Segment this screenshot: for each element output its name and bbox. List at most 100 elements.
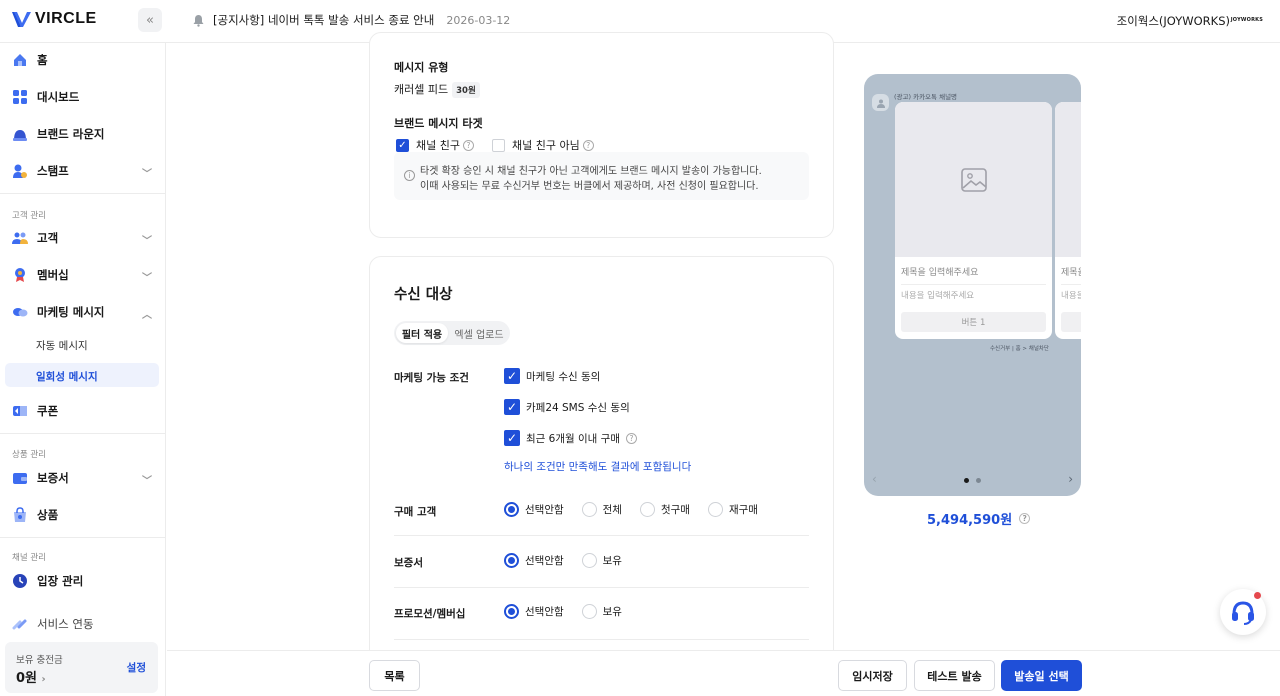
sidebar-subitem-auto-message[interactable]: 자동 메시지	[36, 338, 88, 353]
test-send-button[interactable]: 테스트 발송	[914, 660, 995, 691]
info-line-2: 이때 사용되는 무료 수신거부 번호는 버클에서 제공하며, 사전 신청이 필요…	[420, 181, 759, 192]
condition-sms-consent[interactable]: ✓ 카페24 SMS 수신 동의	[504, 399, 630, 415]
sidebar-item-brand-lounge[interactable]: 브랜드 라운지	[12, 121, 158, 147]
card-body-placeholder: 내용을	[1061, 291, 1081, 301]
support-chat-button[interactable]	[1220, 589, 1266, 635]
channel-non-friend-label: 채널 친구 아님	[511, 139, 580, 152]
tab-excel-upload[interactable]: 엑셀 업로드	[450, 323, 508, 343]
card-button[interactable]: 버튼 1	[901, 312, 1046, 332]
headset-icon	[1232, 601, 1254, 625]
recipients-title: 수신 대상	[394, 287, 453, 303]
radio-dot	[504, 604, 519, 619]
image-icon	[960, 167, 987, 192]
choose-send-date-button[interactable]: 발송일 선택	[1001, 660, 1082, 691]
balance-card: 보유 충전금 0원 › 설정	[5, 642, 158, 693]
message-settings-card: 메시지 유형 캐러셀 피드 30원 브랜드 메시지 타겟 ✓ 채널 친구 ? 채널…	[369, 32, 834, 238]
purchase-customer-label: 구매 고객	[394, 506, 437, 518]
radio-none[interactable]: 선택안함	[504, 604, 564, 619]
wallet-icon	[12, 470, 28, 486]
membership-icon	[12, 267, 28, 283]
shopping-bag-icon	[12, 507, 28, 523]
carousel-dot-active[interactable]	[964, 478, 969, 483]
help-icon[interactable]: ?	[625, 432, 637, 444]
radio-none[interactable]: 선택안함	[504, 553, 564, 568]
sidebar-item-product[interactable]: 상품	[12, 502, 158, 528]
sidebar-item-customer[interactable]: 고객 ﹀	[12, 225, 158, 251]
preview-card-next[interactable]: 제목을 내용을	[1055, 102, 1081, 339]
message-type-label: 캐러셀 피드	[394, 83, 449, 96]
target-info-box: i 타겟 확장 승인 시 채널 친구가 아닌 고객에게도 브랜드 메시지 발송이…	[394, 152, 809, 200]
condition-note: 하나의 조건만 만족해도 결과에 포함됩니다	[504, 461, 692, 473]
radio-repurchase[interactable]: 재구매	[707, 502, 758, 517]
help-icon[interactable]: ?	[1019, 513, 1031, 524]
radio-first-purchase[interactable]: 첫구매	[639, 502, 690, 517]
section-label-customer: 고객 관리	[12, 211, 46, 221]
channel-avatar-icon	[872, 94, 889, 111]
brand-logo[interactable]: VIRCLE	[12, 10, 97, 28]
collapse-sidebar-button[interactable]: «	[138, 8, 162, 32]
list-button[interactable]: 목록	[369, 660, 420, 691]
card-divider	[1061, 284, 1081, 285]
user-name[interactable]: 조이웍스(JOYWORKS)	[1117, 13, 1230, 29]
image-placeholder	[895, 102, 1052, 257]
sidebar-divider	[0, 537, 166, 538]
chevron-left-icon[interactable]: ‹	[872, 472, 877, 486]
radio-dot	[581, 604, 597, 619]
radio-owned[interactable]: 보유	[581, 604, 622, 619]
sidebar-item-dashboard[interactable]: 대시보드	[12, 84, 158, 110]
info-line-1: 타겟 확장 승인 시 채널 친구가 아닌 고객에게도 브랜드 메시지 발송이 가…	[420, 166, 762, 177]
radio-none[interactable]: 선택안함	[504, 502, 564, 517]
condition-marketing-consent[interactable]: ✓ 마케팅 수신 동의	[504, 368, 600, 384]
sidebar-item-home[interactable]: 홈	[12, 47, 158, 73]
preview-card[interactable]: 제목을 입력해주세요 내용을 입력해주세요 버튼 1	[895, 102, 1052, 339]
balance-amount-value: 0원	[16, 671, 38, 686]
sidebar-item-label: 상품	[37, 508, 59, 522]
bell-icon	[193, 14, 204, 27]
radio-dot	[504, 502, 519, 517]
notice-banner[interactable]: [공지사항] 네이버 톡톡 발송 서비스 종료 안내 2026-03-12	[192, 12, 510, 28]
card-button[interactable]	[1061, 312, 1081, 332]
radio-label: 선택안함	[525, 504, 564, 516]
radio-all[interactable]: 전체	[581, 502, 622, 517]
card-divider	[901, 284, 1046, 285]
condition-recent-purchase[interactable]: ✓ 최근 6개월 이내 구매 ?	[504, 430, 637, 446]
sidebar-item-warranty[interactable]: 보증서 ﹀	[12, 465, 158, 491]
chevron-down-icon: ﹀	[142, 169, 152, 180]
sidebar-item-entry-management[interactable]: 입장 관리	[12, 568, 158, 594]
image-placeholder	[1055, 102, 1081, 257]
checkbox[interactable]: ✓	[504, 399, 520, 415]
chevron-down-icon: ﹀	[142, 273, 152, 284]
sidebar-item-marketing-message[interactable]: 마케팅 메시지 ︿	[12, 299, 158, 325]
checkbox[interactable]: ✓	[504, 430, 520, 446]
info-icon: i	[404, 170, 415, 181]
tab-filter[interactable]: 필터 적용	[396, 323, 448, 343]
radio-label: 선택안함	[525, 606, 564, 618]
chevron-right-icon[interactable]: ›	[1068, 472, 1073, 486]
save-draft-button[interactable]: 임시저장	[838, 660, 907, 691]
sidebar-item-service-integration[interactable]: 서비스 연동	[12, 611, 158, 637]
sidebar-item-membership[interactable]: 멤버십 ﹀	[12, 262, 158, 288]
radio-dot	[504, 553, 519, 568]
section-label-product: 상품 관리	[12, 450, 46, 460]
channel-non-friend-checkbox[interactable]	[491, 138, 505, 152]
channel-friend-checkbox[interactable]: ✓	[396, 138, 409, 152]
card-title-placeholder: 제목을	[1061, 268, 1081, 278]
balance-setting-button[interactable]: 설정	[127, 660, 146, 675]
radio-owned[interactable]: 보유	[581, 553, 622, 568]
balance-amount[interactable]: 0원 ›	[16, 667, 46, 686]
brand-target-options: ✓ 채널 친구 ? 채널 친구 아님 ?	[396, 137, 594, 153]
sidebar-item-stamp[interactable]: 스탬프 ﹀	[12, 158, 158, 184]
checkbox[interactable]: ✓	[504, 368, 520, 384]
sidebar-subitem-one-time-message[interactable]: 일회성 메시지	[5, 363, 159, 387]
help-icon[interactable]: ?	[582, 139, 594, 151]
carousel-dot[interactable]	[976, 478, 981, 483]
help-icon[interactable]: ?	[462, 139, 474, 151]
marketing-condition-label: 마케팅 가능 조건	[394, 372, 469, 384]
sidebar-item-label: 대시보드	[37, 90, 80, 104]
brand-name: VIRCLE	[35, 10, 97, 27]
row-divider	[394, 639, 809, 640]
sidebar-item-label: 입장 관리	[37, 574, 84, 588]
radio-label: 첫구매	[660, 504, 690, 516]
stamp-icon	[12, 163, 28, 179]
sidebar-item-coupon[interactable]: 쿠폰	[12, 398, 158, 424]
